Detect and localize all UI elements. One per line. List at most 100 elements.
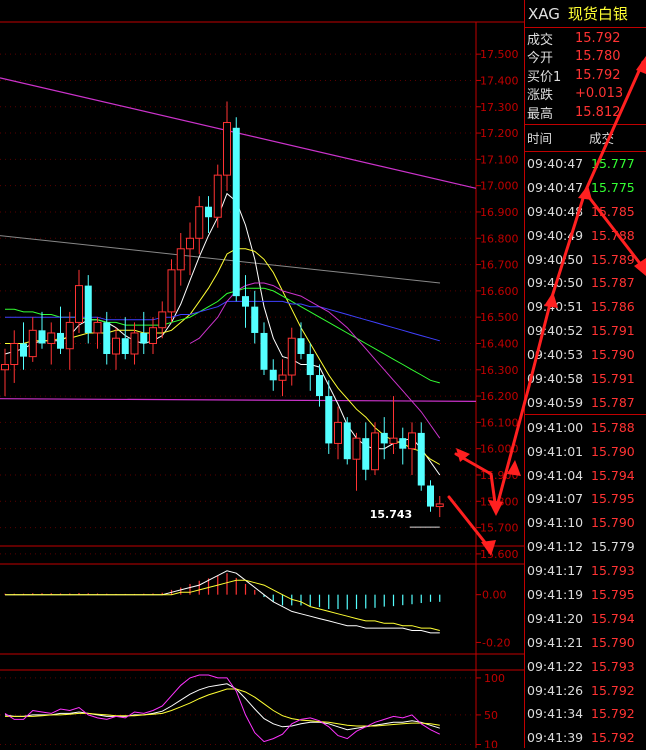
tick-time: 09:41:01 bbox=[527, 443, 584, 459]
tick-price: 15.790 bbox=[591, 443, 635, 459]
tick-row[interactable]: 09:40:47 15.777 bbox=[525, 152, 646, 176]
kdj-axis-label: 10 bbox=[484, 739, 498, 748]
quote-row-change: 涨跌 +0.013 bbox=[527, 86, 624, 104]
tick-row[interactable]: 09:41:17 15.793 bbox=[525, 559, 646, 583]
tick-row[interactable]: 09:41:07 15.795 bbox=[525, 487, 646, 511]
tick-time: 09:41:07 bbox=[527, 491, 584, 507]
tick-time: 09:41:00 bbox=[527, 419, 584, 435]
candle-body bbox=[371, 432, 379, 471]
tick-time: 09:41:34 bbox=[527, 706, 584, 722]
tick-price: 15.785 bbox=[591, 203, 635, 219]
tick-row[interactable]: 09:40:52 15.791 bbox=[525, 319, 646, 343]
price-axis-label: 16.200 bbox=[480, 390, 519, 403]
candle-body bbox=[213, 174, 222, 218]
tick-row[interactable]: 09:40:49 15.788 bbox=[525, 223, 646, 247]
quote-summary: 成交 15.792 今开 15.780 买价1 15.792 涨跌 +0.013 最高 1… bbox=[525, 28, 646, 125]
candle-body bbox=[93, 321, 102, 334]
tick-row[interactable]: 09:41:26 15.792 bbox=[525, 678, 646, 702]
candlestick-chart-area[interactable]: 17.500 17.400 17.300 17.200 17.100 17.000 16.9… bbox=[0, 0, 524, 748]
price-axis-label: 17.400 bbox=[480, 74, 519, 87]
tick-time: 09:41:04 bbox=[527, 467, 584, 483]
candle-body bbox=[38, 330, 46, 344]
ticks-list[interactable]: 09:40:47 15.777 09:40:47 15.775 09:40:48 15.7… bbox=[525, 152, 646, 750]
tick-row[interactable]: 09:41:21 15.790 bbox=[525, 630, 646, 654]
candle-body bbox=[1, 364, 9, 371]
tick-row[interactable]: 09:40:47 15.775 bbox=[525, 175, 646, 199]
tick-time: 09:41:22 bbox=[527, 658, 584, 674]
tick-time: 09:40:51 bbox=[527, 299, 584, 315]
tick-price: 15.788 bbox=[591, 227, 635, 243]
tick-row[interactable]: 09:41:00 15.788 bbox=[525, 415, 646, 439]
support-line bbox=[0, 398, 477, 402]
ticks-table-header: 时间 成交 bbox=[525, 125, 646, 152]
candle-body bbox=[260, 332, 268, 370]
candle-body bbox=[242, 296, 249, 307]
tick-row[interactable]: 09:41:19 15.795 bbox=[525, 583, 646, 607]
candle-body bbox=[28, 329, 37, 358]
tick-row[interactable]: 09:41:20 15.794 bbox=[525, 606, 646, 630]
tick-price: 15.794 bbox=[591, 467, 635, 483]
tick-row[interactable]: 09:41:01 15.790 bbox=[525, 439, 646, 463]
candle-body bbox=[232, 127, 240, 297]
tick-price: 15.794 bbox=[591, 610, 635, 626]
candle-body bbox=[140, 332, 148, 344]
symbol-code: XAG bbox=[528, 4, 560, 23]
tick-row[interactable]: 09:40:51 15.786 bbox=[525, 295, 646, 319]
tick-time: 09:40:50 bbox=[527, 275, 584, 291]
tick-row[interactable]: 09:40:48 15.785 bbox=[525, 199, 646, 223]
price-axis-label: 16.700 bbox=[480, 259, 519, 272]
tick-time: 09:40:48 bbox=[527, 203, 584, 219]
candle-body bbox=[121, 338, 129, 354]
tick-time: 09:41:19 bbox=[527, 586, 584, 602]
price-axis-label: 17.300 bbox=[480, 101, 519, 114]
tick-price: 15.787 bbox=[591, 275, 635, 291]
tick-time: 09:40:47 bbox=[527, 179, 584, 195]
last-price-label: 15.743 bbox=[370, 508, 412, 521]
tick-price: 15.786 bbox=[591, 299, 635, 315]
candle-body bbox=[47, 332, 56, 344]
tick-row[interactable]: 09:41:10 15.790 bbox=[525, 511, 646, 535]
tick-time: 09:40:53 bbox=[527, 347, 584, 363]
tick-row[interactable]: 09:40:59 15.787 bbox=[525, 390, 646, 414]
symbol-name: 现货白银 bbox=[567, 5, 628, 23]
macd-axis-label: -0.20 bbox=[482, 636, 510, 649]
tick-row[interactable]: 09:41:22 15.793 bbox=[525, 654, 646, 678]
tick-row[interactable]: 09:40:50 15.787 bbox=[525, 271, 646, 295]
tick-price: 15.792 bbox=[591, 730, 635, 746]
candle-body bbox=[176, 248, 185, 271]
candle-body bbox=[362, 438, 370, 470]
candle-body bbox=[389, 437, 398, 444]
tick-time: 09:40:50 bbox=[527, 251, 584, 267]
tick-price: 15.787 bbox=[591, 394, 635, 410]
candle-body bbox=[325, 396, 333, 444]
candle-body bbox=[278, 374, 287, 381]
tick-row[interactable]: 09:40:50 15.789 bbox=[525, 247, 646, 271]
tick-price: 15.793 bbox=[591, 658, 635, 674]
candle-body bbox=[334, 421, 342, 444]
candle-body bbox=[223, 122, 231, 176]
tick-row[interactable]: 09:41:04 15.794 bbox=[525, 463, 646, 487]
tick-time: 09:41:39 bbox=[527, 730, 584, 746]
tick-time: 09:41:21 bbox=[527, 634, 584, 650]
tick-price: 15.792 bbox=[591, 682, 635, 698]
tick-time: 09:40:59 bbox=[527, 394, 584, 410]
tick-row[interactable]: 09:40:53 15.790 bbox=[525, 343, 646, 367]
tick-time: 09:40:58 bbox=[527, 370, 584, 386]
tick-row[interactable]: 09:40:58 15.791 bbox=[525, 367, 646, 391]
candle-body bbox=[130, 332, 139, 355]
macd-axis-label: 0.00 bbox=[482, 589, 507, 602]
tick-row[interactable]: 09:41:34 15.792 bbox=[525, 702, 646, 726]
candle-body bbox=[75, 285, 83, 323]
tick-row[interactable]: 09:41:39 15.792 bbox=[525, 726, 646, 750]
tick-row[interactable]: 09:41:12 15.779 bbox=[525, 535, 646, 559]
candle-body bbox=[408, 432, 416, 450]
tick-time: 09:41:17 bbox=[527, 563, 584, 579]
price-axis-label: 16.900 bbox=[480, 206, 519, 219]
price-axis-label: 17.100 bbox=[480, 153, 519, 166]
candle-body bbox=[427, 485, 434, 507]
kdj-axis-label: 50 bbox=[484, 709, 498, 722]
candle-body bbox=[158, 311, 167, 329]
candle-body bbox=[57, 332, 64, 349]
tick-price: 15.790 bbox=[591, 347, 635, 363]
tick-price: 15.788 bbox=[591, 419, 635, 435]
